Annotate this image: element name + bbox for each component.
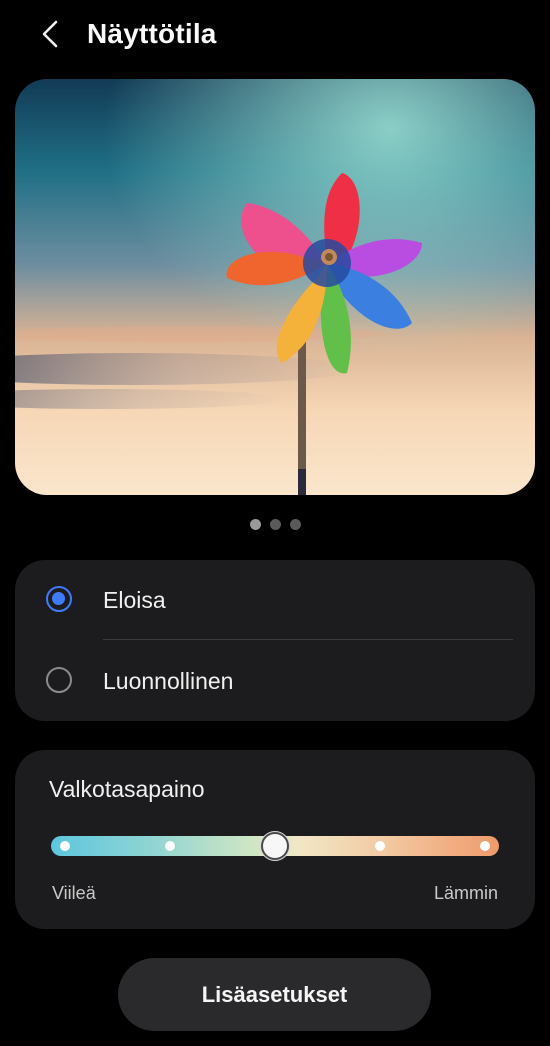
option-vivid[interactable]: Eloisa xyxy=(15,560,535,640)
slider-thumb[interactable] xyxy=(261,832,289,860)
slider-step-dot xyxy=(165,841,175,851)
radio-button-selected[interactable] xyxy=(46,586,72,612)
cool-label: Viileä xyxy=(52,883,96,903)
white-balance-slider[interactable] xyxy=(51,832,499,860)
option-natural[interactable]: Luonnollinen xyxy=(15,641,535,721)
page-dot[interactable] xyxy=(289,518,301,530)
divider xyxy=(103,639,513,640)
white-balance-title: Valkotasapaino xyxy=(49,776,205,802)
option-label: Luonnollinen xyxy=(103,668,234,694)
option-label: Eloisa xyxy=(103,587,166,613)
page-indicator xyxy=(0,517,550,531)
preview-image[interactable] xyxy=(15,79,535,495)
top-app-bar: Näyttötila xyxy=(0,0,550,68)
slider-step-dot xyxy=(375,841,385,851)
warm-label: Lämmin xyxy=(433,883,498,903)
white-balance-card: Valkotasapaino Viileä Lämmin xyxy=(15,750,535,929)
page-dot[interactable] xyxy=(269,518,281,530)
screen-mode-options: Eloisa Luonnollinen xyxy=(15,560,535,721)
advanced-settings-button[interactable]: Lisäasetukset xyxy=(118,958,431,1031)
back-button[interactable] xyxy=(30,12,70,56)
chevron-left-icon xyxy=(42,20,58,48)
slider-step-dot xyxy=(60,841,70,851)
page-dot[interactable] xyxy=(249,518,261,530)
radio-button[interactable] xyxy=(46,667,72,693)
slider-step-dot xyxy=(480,841,490,851)
page-title: Näyttötila xyxy=(87,18,217,49)
pinwheel-image xyxy=(15,79,535,495)
